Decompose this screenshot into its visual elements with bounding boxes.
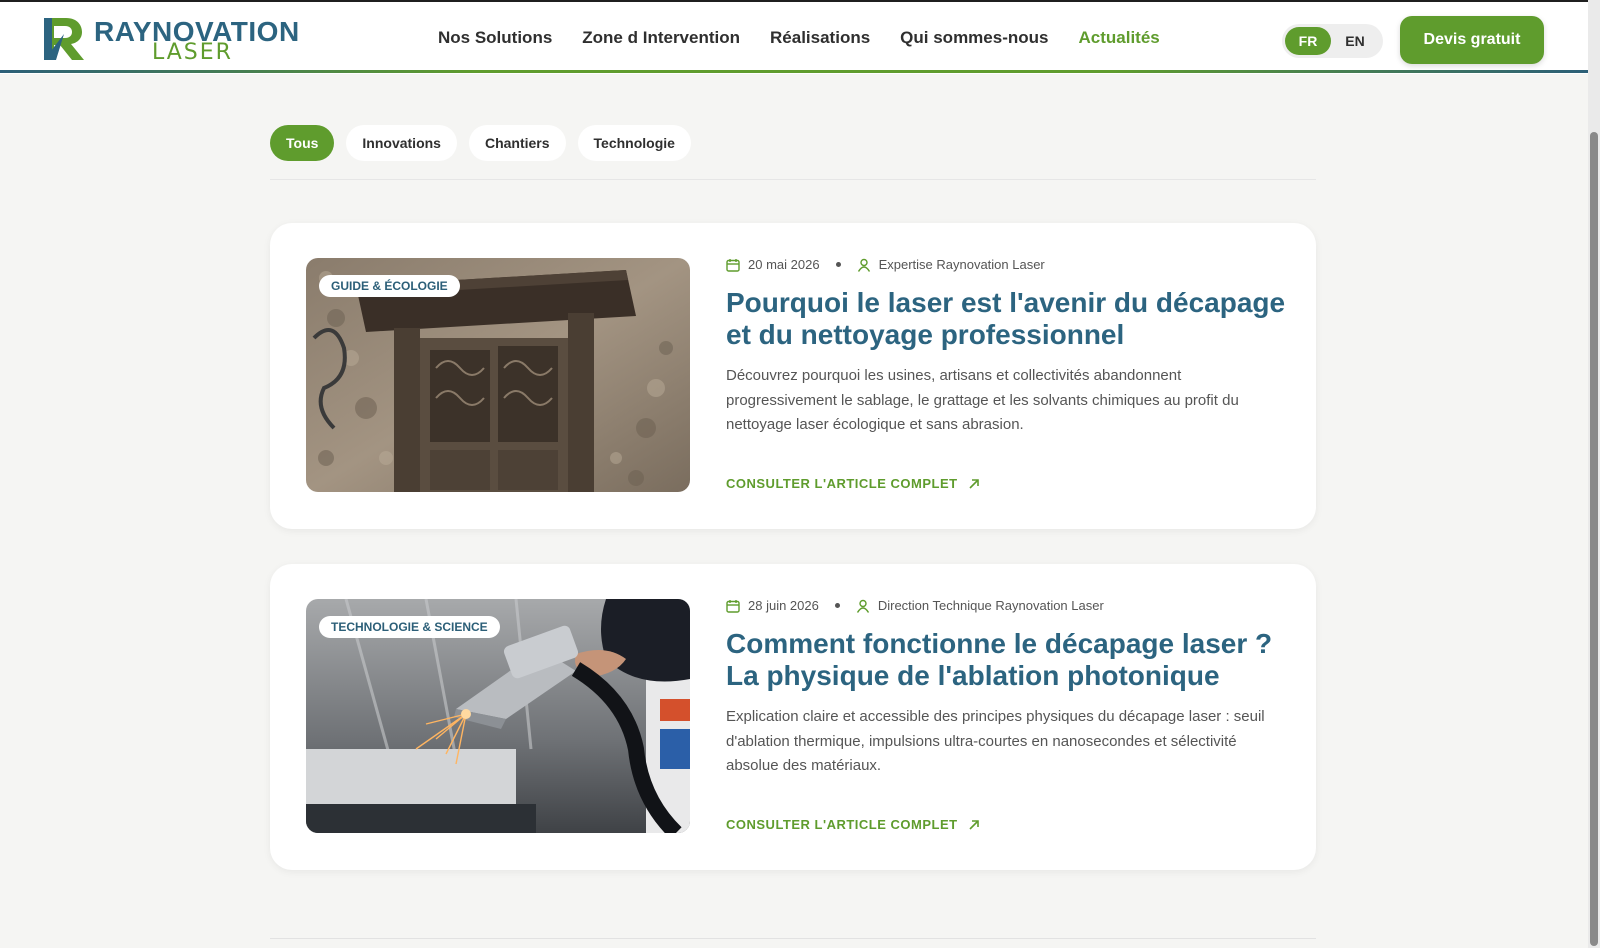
calendar-icon <box>726 599 740 613</box>
article-title[interactable]: Pourquoi le laser est l'avenir du décapa… <box>726 287 1286 351</box>
filter-all[interactable]: Tous <box>270 125 335 161</box>
arrow-up-right-icon <box>968 478 979 489</box>
logo[interactable]: RAYNOVATION LASER <box>42 16 302 65</box>
user-icon <box>857 258 870 272</box>
article-card[interactable]: TECHNOLOGIE & SCIENCE 28 juin 2026 Direc… <box>270 564 1316 870</box>
read-article-label: CONSULTER L'ARTICLE COMPLET <box>726 476 958 491</box>
article-image[interactable]: GUIDE & ÉCOLOGIE <box>306 258 690 492</box>
lang-fr-button[interactable]: FR <box>1285 27 1331 55</box>
meta-separator <box>835 262 841 267</box>
site-header: RAYNOVATION LASER Nos Solutions Zone d I… <box>0 0 1588 74</box>
nav-item-realisations[interactable]: Réalisations <box>770 28 870 48</box>
category-filters: Tous Innovations Chantiers Technologie <box>270 125 703 161</box>
article-title[interactable]: Comment fonctionne le décapage laser ? L… <box>726 628 1286 692</box>
nav-item-about[interactable]: Qui sommes-nous <box>900 28 1048 48</box>
article-date: 28 juin 2026 <box>748 598 819 613</box>
meta-separator <box>834 603 840 608</box>
read-article-link[interactable]: CONSULTER L'ARTICLE COMPLET <box>726 817 980 832</box>
filter-technologie[interactable]: Technologie <box>577 125 691 161</box>
nav-item-zone[interactable]: Zone d Intervention <box>582 28 740 48</box>
article-author: Direction Technique Raynovation Laser <box>877 598 1104 613</box>
article-category-badge: TECHNOLOGIE & SCIENCE <box>319 616 500 638</box>
article-card[interactable]: GUIDE & ÉCOLOGIE 20 mai 2026 Expertise R… <box>270 223 1316 529</box>
logo-tagline: LASER <box>152 40 233 65</box>
article-description: Découvrez pourquoi les usines, artisans … <box>726 367 1239 433</box>
main-nav: Nos Solutions Zone d Intervention Réalis… <box>438 28 1190 48</box>
article-category-badge: GUIDE & ÉCOLOGIE <box>319 275 460 297</box>
free-quote-button[interactable]: Devis gratuit <box>1400 16 1544 64</box>
arrow-up-right-icon <box>968 819 979 830</box>
article-author-wrap: Expertise Raynovation Laser <box>857 257 1045 272</box>
article-meta: 28 juin 2026 Direction Technique Raynova… <box>726 598 1104 613</box>
read-article-link[interactable]: CONSULTER L'ARTICLE COMPLET <box>726 476 980 491</box>
filter-innovations[interactable]: Innovations <box>346 125 457 161</box>
nav-item-solutions[interactable]: Nos Solutions <box>438 28 552 48</box>
scrollbar-thumb[interactable] <box>1590 132 1598 946</box>
article-date: 20 mai 2026 <box>748 257 820 272</box>
article-author-wrap: Direction Technique Raynovation Laser <box>856 598 1104 613</box>
user-icon <box>856 599 869 613</box>
language-switcher: FR EN <box>1282 24 1383 58</box>
header-divider <box>0 70 1588 73</box>
article-meta: 20 mai 2026 Expertise Raynovation Laser <box>726 257 1045 272</box>
filter-divider <box>270 179 1316 180</box>
read-article-label: CONSULTER L'ARTICLE COMPLET <box>726 817 958 832</box>
logo-mark-icon <box>44 18 84 60</box>
article-description: Explication claire et accessible des pri… <box>726 708 1265 774</box>
calendar-icon <box>726 258 740 272</box>
filter-chantiers[interactable]: Chantiers <box>468 125 566 161</box>
article-author: Expertise Raynovation Laser <box>878 257 1045 272</box>
article-image[interactable]: TECHNOLOGIE & SCIENCE <box>306 599 690 833</box>
nav-item-actualites[interactable]: Actualités <box>1078 28 1159 48</box>
section-divider <box>270 938 1316 939</box>
lang-en-button[interactable]: EN <box>1332 27 1378 55</box>
